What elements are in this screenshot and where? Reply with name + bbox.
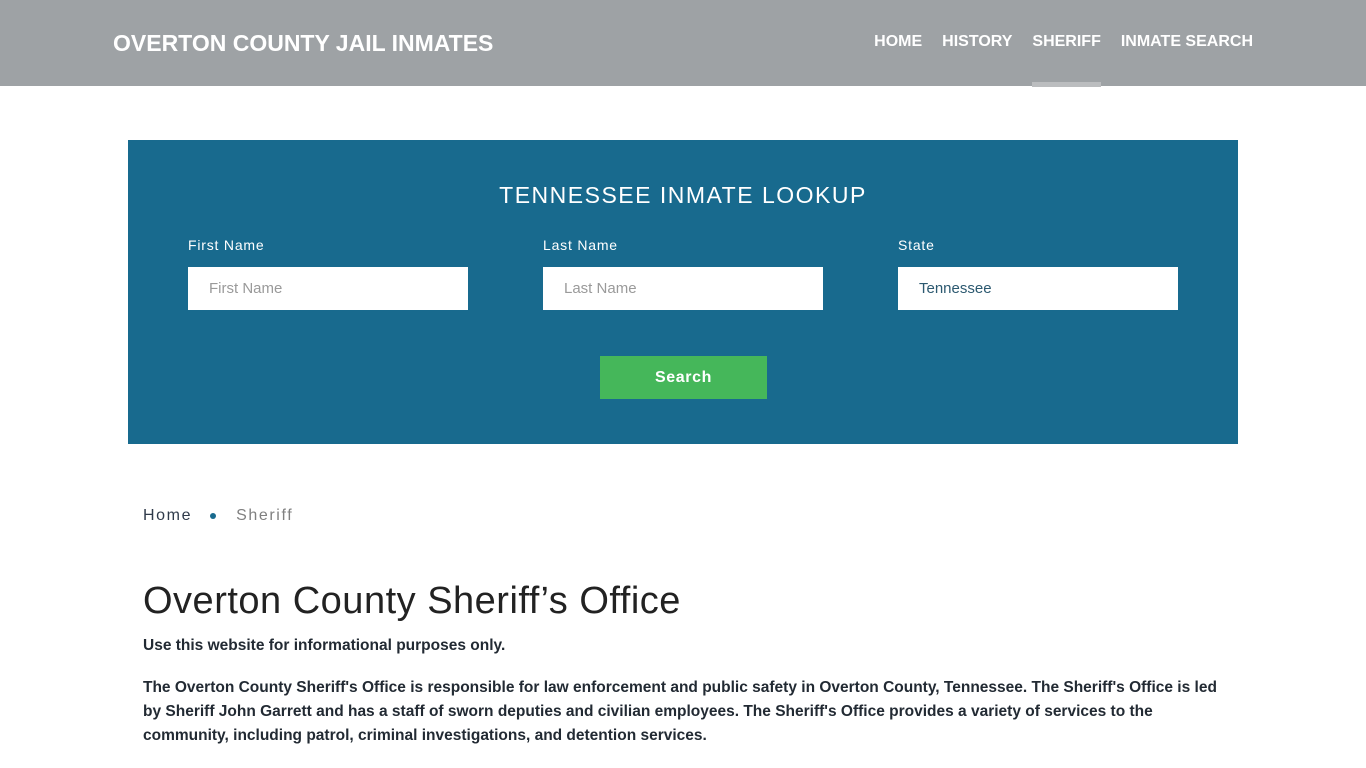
state-label: State <box>898 237 935 253</box>
state-group: State <box>898 237 1178 310</box>
site-brand-link[interactable]: OVERTON COUNTY JAIL INMATES <box>113 30 493 57</box>
nav-home[interactable]: HOME <box>874 33 922 51</box>
nav-history[interactable]: HISTORY <box>942 33 1012 51</box>
breadcrumb-separator-icon <box>210 513 217 519</box>
last-name-group: Last Name <box>543 237 823 310</box>
intro-paragraph: The Overton County Sheriff's Office is r… <box>143 679 1217 744</box>
top-navbar: OVERTON COUNTY JAIL INMATES HOME HISTORY… <box>0 0 1366 87</box>
page-title: Overton County Sheriff’s Office <box>143 580 681 622</box>
main-nav: HOME HISTORY SHERIFF INMATE SEARCH <box>874 33 1253 87</box>
inmate-lookup-panel: TENNESSEE INMATE LOOKUP First Name Last … <box>128 140 1238 444</box>
first-name-group: First Name <box>188 237 468 310</box>
first-name-label: First Name <box>188 237 265 253</box>
search-button[interactable]: Search <box>600 356 767 399</box>
nav-inmate-search[interactable]: INMATE SEARCH <box>1121 33 1253 51</box>
last-name-input[interactable] <box>543 267 823 310</box>
breadcrumb-home[interactable]: Home <box>143 507 192 525</box>
lookup-title: TENNESSEE INMATE LOOKUP <box>499 182 867 208</box>
disclaimer-text: Use this website for informational purpo… <box>143 637 506 654</box>
state-input[interactable] <box>898 267 1178 310</box>
breadcrumb: Home Sheriff <box>143 507 293 525</box>
last-name-label: Last Name <box>543 237 618 253</box>
nav-sheriff[interactable]: SHERIFF <box>1032 33 1102 87</box>
breadcrumb-current: Sheriff <box>236 507 294 524</box>
first-name-input[interactable] <box>188 267 468 310</box>
